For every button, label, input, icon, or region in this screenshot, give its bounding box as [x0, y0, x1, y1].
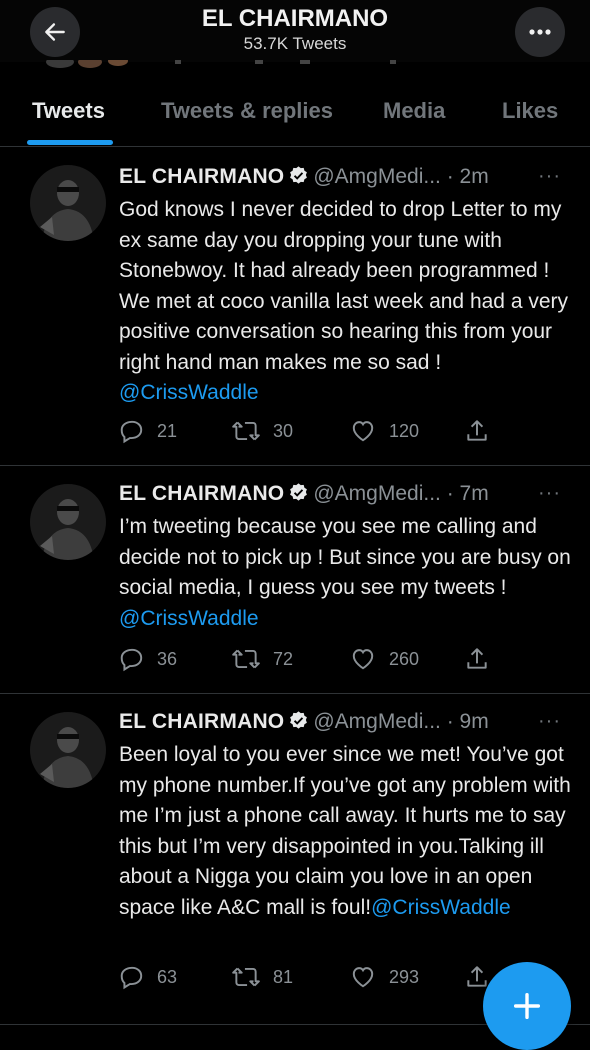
tweet-item[interactable]: EL CHAIRMANO @AmgMedi... · 2m ··· God kno… [0, 147, 590, 466]
tweet-time[interactable]: · 2m [447, 165, 489, 188]
like-button[interactable]: 120 [349, 414, 419, 448]
tweet-text: God knows I never decided to drop Letter… [119, 195, 574, 409]
tweet-actions: 36 72 260 [119, 642, 499, 676]
profile-tabs: Tweets Tweets & replies Media Likes [0, 86, 590, 147]
bio-cropped-shapes [46, 60, 396, 68]
share-icon [467, 648, 487, 669]
verified-badge-icon [288, 482, 309, 509]
retweet-button[interactable]: 81 [231, 960, 293, 994]
reply-button[interactable]: 36 [119, 642, 177, 676]
avatar-image [30, 484, 106, 560]
reply-icon [120, 966, 143, 990]
verified-badge-icon [288, 710, 309, 737]
tweet-author-handle[interactable]: @AmgMedi... [313, 710, 441, 733]
tweet-actions: 21 30 120 [119, 414, 499, 448]
share-button[interactable] [464, 414, 502, 448]
tweet-body: God knows I never decided to drop Letter… [119, 198, 569, 374]
reply-count: 36 [157, 648, 178, 669]
retweet-button[interactable]: 30 [231, 414, 293, 448]
tweet-time[interactable]: · 7m [447, 482, 489, 505]
avatar-image [30, 712, 106, 788]
tweet-text: I’m tweeting because you see me calling … [119, 512, 574, 634]
plus-icon [513, 992, 541, 1020]
tab-media[interactable]: Media [383, 98, 445, 124]
share-icon [467, 966, 487, 987]
reply-icon [120, 648, 143, 672]
profile-bio-cropped [0, 60, 590, 74]
tab-tweets-replies[interactable]: Tweets & replies [161, 98, 333, 124]
tweet-time[interactable]: · 9m [447, 710, 489, 733]
tweet-item[interactable]: EL CHAIRMANO @AmgMedi... · 7m ··· I’m twe… [0, 466, 590, 694]
heart-icon [352, 421, 374, 442]
tweet-author-handle[interactable]: @AmgMedi... [313, 165, 441, 188]
mention-link[interactable]: @CrissWaddle [119, 607, 259, 630]
tweet-header: EL CHAIRMANO @AmgMedi... · 7m [119, 482, 579, 512]
reply-button[interactable]: 63 [119, 960, 177, 994]
tweet-header: EL CHAIRMANO @AmgMedi... · 2m [119, 165, 579, 195]
retweet-icon [232, 421, 260, 441]
tweet-more-button[interactable]: ··· [538, 710, 561, 733]
like-count: 293 [389, 966, 420, 987]
tweet-more-button[interactable]: ··· [538, 165, 561, 188]
tweet-actions: 63 81 293 [119, 960, 499, 994]
reply-count: 21 [157, 420, 178, 441]
share-icon [467, 420, 487, 441]
retweet-button[interactable]: 72 [231, 642, 293, 676]
retweet-count: 72 [273, 648, 294, 669]
reply-button[interactable]: 21 [119, 414, 177, 448]
tweet-text: Been loyal to you ever since we met! You… [119, 740, 574, 923]
retweet-icon [232, 649, 260, 669]
mention-link[interactable]: @CrissWaddle [371, 896, 511, 919]
profile-name-title: EL CHAIRMANO [201, 5, 389, 32]
tweet-author-name[interactable]: EL CHAIRMANO [119, 482, 284, 505]
tweet-author-handle[interactable]: @AmgMedi... [313, 482, 441, 505]
mention-link[interactable]: @CrissWaddle [119, 381, 259, 404]
avatar[interactable] [30, 712, 106, 788]
compose-tweet-button[interactable] [483, 962, 571, 1050]
more-options-button[interactable] [515, 7, 565, 57]
tweet-count: 53.7K Tweets [243, 34, 347, 53]
profile-header: EL CHAIRMANO 53.7K Tweets [0, 0, 590, 62]
retweet-icon [232, 967, 260, 987]
verified-badge-icon [288, 165, 309, 192]
avatar[interactable] [30, 484, 106, 560]
tab-likes[interactable]: Likes [502, 98, 558, 124]
like-button[interactable]: 293 [349, 960, 419, 994]
more-horizontal-icon [529, 29, 551, 35]
heart-icon [352, 967, 374, 988]
like-button[interactable]: 260 [349, 642, 419, 676]
reply-icon [120, 420, 143, 444]
tweet-author-name[interactable]: EL CHAIRMANO [119, 710, 284, 733]
tweet-more-button[interactable]: ··· [538, 482, 561, 505]
share-button[interactable] [464, 642, 502, 676]
retweet-count: 81 [273, 966, 294, 987]
retweet-count: 30 [273, 420, 294, 441]
tweet-body: Been loyal to you ever since we met! You… [119, 743, 571, 919]
tweet-body: I’m tweeting because you see me calling … [119, 515, 571, 599]
active-tab-indicator [27, 140, 113, 145]
tab-tweets[interactable]: Tweets [32, 98, 105, 124]
avatar-image [30, 165, 106, 241]
tweet-author-name[interactable]: EL CHAIRMANO [119, 165, 284, 188]
like-count: 260 [389, 648, 420, 669]
tweet-header: EL CHAIRMANO @AmgMedi... · 9m [119, 710, 579, 740]
heart-icon [352, 649, 374, 670]
like-count: 120 [389, 420, 420, 441]
avatar[interactable] [30, 165, 106, 241]
reply-count: 63 [157, 966, 178, 987]
